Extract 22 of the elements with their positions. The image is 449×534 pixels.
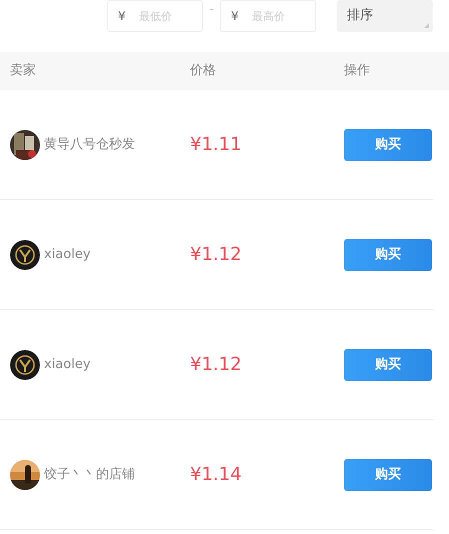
sort-select[interactable]: 排序 <box>337 0 433 32</box>
separator-text: - <box>208 1 215 19</box>
currency-symbol: ¥ <box>231 8 239 24</box>
seller-name: 黄导八号仓秒发 <box>44 136 135 154</box>
resize-icon <box>424 23 429 28</box>
column-header: 操作 <box>344 62 371 80</box>
price-text: ¥1.12 <box>190 244 242 265</box>
logo-icon <box>10 240 40 270</box>
buy-button[interactable]: 购买 <box>344 348 432 380</box>
price-text: ¥1.11 <box>190 134 242 155</box>
logo-icon <box>10 350 40 380</box>
buy-button[interactable]: 购买 <box>344 128 432 160</box>
seller-name: xiaoley <box>44 356 91 374</box>
currency-symbol: ¥ <box>118 8 126 24</box>
column-header: 价格 <box>190 62 217 80</box>
column-header: 卖家 <box>9 62 37 80</box>
seller-name: 饺子丶丶的店铺 <box>44 466 135 484</box>
seller-name: xiaoley <box>44 246 91 264</box>
buy-button[interactable]: 购买 <box>344 238 432 270</box>
buy-button[interactable]: 购买 <box>344 458 432 490</box>
price-text: ¥1.14 <box>190 464 242 485</box>
price-text: ¥1.12 <box>190 354 242 375</box>
